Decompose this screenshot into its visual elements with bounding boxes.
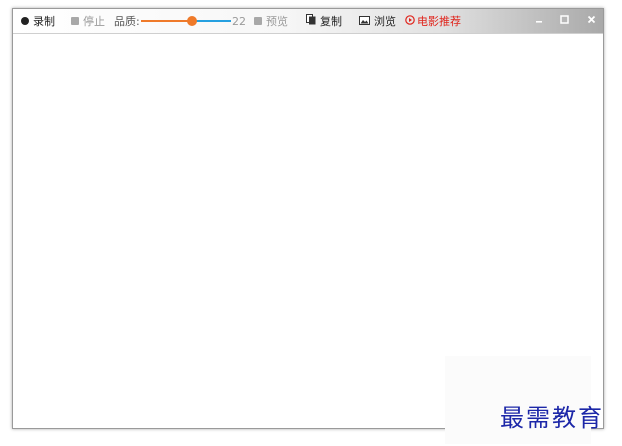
- movie-recommend-link[interactable]: 电影推荐: [405, 9, 461, 33]
- close-icon: [587, 15, 595, 23]
- quality-slider-track: [192, 20, 231, 22]
- preview-label: 预览: [266, 15, 288, 28]
- quality-slider-fill: [141, 20, 192, 22]
- minimize-icon: [536, 21, 542, 23]
- minimize-button[interactable]: [527, 9, 551, 29]
- copy-label: 复制: [320, 15, 342, 28]
- maximize-button[interactable]: [552, 9, 576, 29]
- browse-button[interactable]: 浏览: [359, 9, 396, 33]
- stop-button[interactable]: 停止: [71, 9, 105, 33]
- app-window: 录制 停止 品质: 22 预览 复制 浏览 电影推荐: [12, 8, 604, 444]
- stop-icon: [71, 17, 79, 25]
- quality-slider[interactable]: [141, 9, 231, 33]
- movie-recommend-label: 电影推荐: [417, 15, 461, 28]
- capture-area: [13, 34, 603, 444]
- copy-icon: [306, 14, 316, 28]
- quality-label: 品质:: [114, 15, 140, 28]
- maximize-icon: [559, 14, 569, 24]
- quality-slider-thumb[interactable]: [187, 16, 197, 26]
- close-button[interactable]: [579, 9, 603, 29]
- play-circle-icon: [405, 14, 415, 28]
- watermark-text: 最需教育: [500, 404, 604, 432]
- copy-button[interactable]: 复制: [306, 9, 342, 33]
- toolbar: 录制 停止 品质: 22 预览 复制 浏览 电影推荐: [13, 9, 603, 34]
- image-icon: [359, 15, 370, 28]
- record-button[interactable]: 录制: [21, 9, 55, 33]
- preview-button[interactable]: 预览: [254, 9, 288, 33]
- browse-label: 浏览: [374, 15, 396, 28]
- record-icon: [21, 17, 29, 25]
- stop-label: 停止: [83, 15, 105, 28]
- preview-icon: [254, 17, 262, 25]
- quality-value: 22: [232, 14, 246, 28]
- record-label: 录制: [33, 15, 55, 28]
